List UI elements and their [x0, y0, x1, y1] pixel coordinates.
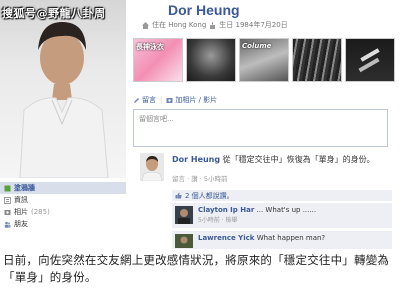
profile-photo[interactable] — [0, 0, 126, 178]
comment: Clayton Ip Har ... What's up ...... 5小時前… — [172, 203, 392, 228]
wall-icon — [4, 185, 11, 192]
nav-label: 資訊 — [14, 196, 28, 204]
like-count-text[interactable]: 2 個人都說讚。 — [185, 191, 234, 201]
comment: Lawrence Yick What happen man? — [172, 231, 392, 249]
friends-icon — [4, 221, 11, 228]
nav-label: 塗鴉牆 — [14, 184, 35, 192]
info-icon — [4, 196, 11, 204]
photo-icon — [166, 97, 173, 104]
status-input[interactable]: 留個言吧... — [133, 109, 388, 147]
tab-photo-label: 加相片 / 影片 — [175, 96, 218, 104]
strip-photo[interactable] — [292, 38, 342, 82]
photo-strip: 長神泳衣 Colume — [133, 38, 395, 82]
story-author[interactable]: Dor Heung — [172, 155, 220, 164]
left-nav: 塗鴉牆 資訊 相片 (285) 朋友 — [0, 182, 126, 230]
tab-status-label: 留言 — [142, 96, 156, 104]
comment-avatar[interactable] — [175, 206, 193, 224]
profile-info-row: 住在 Hong Kong 生日 1984年7月20日 — [142, 20, 288, 30]
story-text: Dor Heung 從「穩定交往中」恢復為「單身」的身份。 — [172, 155, 404, 165]
thumbs-up-icon — [175, 192, 182, 199]
tab-divider: | — [160, 96, 163, 104]
profile-name[interactable]: Dor Heung — [168, 2, 240, 18]
story-meta: 留言 · 讚 · 5小時前 — [172, 175, 228, 183]
nav-label: 朋友 — [14, 220, 28, 228]
nav-count: (285) — [31, 208, 50, 216]
tab-photo[interactable]: 加相片 / 影片 — [166, 95, 217, 105]
comment-meta: 5小時前 · 檢舉 — [198, 217, 238, 224]
publisher-tabs: 留言 | 加相片 / 影片 — [133, 95, 217, 105]
strip-photo-caption: 長神泳衣 — [136, 43, 164, 51]
story-avatar[interactable] — [140, 153, 164, 181]
pencil-icon — [133, 97, 140, 104]
comment-author[interactable]: Clayton Ip Har — [198, 206, 254, 214]
comment-avatar[interactable] — [175, 234, 193, 248]
story-message: 從「穩定交往中」恢復為「單身」的身份。 — [222, 155, 375, 164]
comment-body: Clayton Ip Har ... What's up ...... 5小時前… — [198, 206, 316, 224]
nav-item-friends[interactable]: 朋友 — [0, 218, 126, 230]
comment-author[interactable]: Lawrence Yick — [198, 234, 254, 242]
home-icon — [142, 21, 149, 29]
tab-status[interactable]: 留言 — [133, 95, 156, 105]
like-bar: 2 個人都說讚。 — [172, 190, 392, 201]
nav-item-photos[interactable]: 相片 (285) — [0, 206, 126, 218]
nav-label: 相片 — [14, 208, 28, 216]
comment-text: ... What's up ...... — [256, 206, 317, 214]
watermark: 搜狐号@野龍八卦周 — [2, 7, 106, 20]
nav-item-wall[interactable]: 塗鴉牆 — [0, 182, 126, 194]
strip-photo[interactable] — [345, 38, 395, 82]
strip-photo-caption: Colume — [242, 42, 272, 50]
strip-photo[interactable]: 長神泳衣 — [133, 38, 183, 82]
strip-photo[interactable]: Colume — [239, 38, 289, 82]
location-text: 住在 Hong Kong — [152, 21, 207, 29]
article-caption: 日前，向佐突然在交友網上更改感情狀況，將原來的「穩定交往中」轉變為「單身」的身份… — [3, 253, 390, 284]
comment-text: What happen man? — [256, 234, 326, 242]
photos-icon — [4, 209, 11, 216]
strip-photo[interactable] — [186, 38, 236, 82]
comment-body: Lawrence Yick What happen man? — [198, 234, 325, 242]
birthday-icon — [209, 22, 216, 29]
birthday-text: 生日 1984年7月20日 — [219, 21, 288, 29]
nav-item-info[interactable]: 資訊 — [0, 194, 126, 206]
